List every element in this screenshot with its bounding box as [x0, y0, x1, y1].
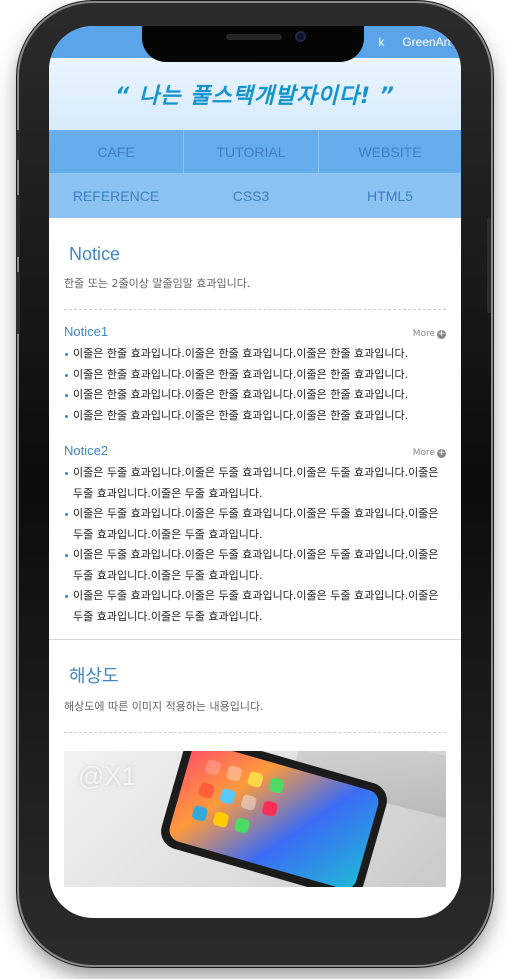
notice-section: Notice 한줄 또는 2줄이상 말줄임말 효과입니다. Notice1 Mo…: [49, 244, 461, 627]
nav-item-website[interactable]: WEBSITE: [319, 130, 461, 174]
notice-section-title: Notice: [69, 244, 121, 264]
camera-icon: [295, 31, 306, 42]
nav-item-html5[interactable]: HTML5: [319, 174, 461, 218]
list-item[interactable]: 이줄은 두줄 효과입니다.이줄은 두줄 효과입니다.이줄은 두줄 효과입니다.이…: [64, 586, 446, 627]
power-button: [487, 218, 491, 313]
app-icon: [197, 781, 216, 800]
app-icon: [212, 810, 230, 829]
app-icon: [225, 764, 243, 783]
more-label: More: [412, 448, 435, 458]
notice1-box: Notice1 More + 이줄은 한줄 효과입니다.이줄은 한줄 효과입니다…: [64, 324, 446, 426]
notice2-list: 이줄은 두줄 효과입니다.이줄은 두줄 효과입니다.이줄은 두줄 효과입니다.이…: [64, 463, 446, 627]
plus-circle-icon: +: [437, 328, 446, 339]
list-item[interactable]: 이줄은 한줄 효과입니다.이줄은 한줄 효과입니다.이줄은 한줄 효과입니다.: [64, 406, 446, 427]
app-icon: [240, 793, 258, 812]
app-icon: [246, 770, 265, 789]
speaker-grille: [226, 34, 282, 40]
resolution-image: @X1: [64, 751, 446, 887]
image-label: @X1: [78, 761, 137, 791]
resolution-section-title: 해상도: [69, 666, 119, 686]
app-icon: [267, 776, 286, 795]
notice2-box: Notice2 More + 이줄은 두줄 효과입니다.이줄은 두줄 효과입니다…: [64, 443, 446, 627]
topbar-link-0[interactable]: k: [378, 35, 384, 49]
section-divider: [49, 639, 461, 640]
list-item[interactable]: 이줄은 한줄 효과입니다.이줄은 한줄 효과입니다.이줄은 한줄 효과입니다.: [64, 385, 446, 406]
nav-item-tutorial[interactable]: TUTORIAL: [184, 130, 319, 174]
site-header: “ 나는 풀스택개발자이다! ”: [49, 58, 461, 130]
list-item[interactable]: 이줄은 한줄 효과입니다.이줄은 한줄 효과입니다.이줄은 한줄 효과입니다.: [64, 344, 446, 365]
notice1-list: 이줄은 한줄 효과입니다.이줄은 한줄 효과입니다.이줄은 한줄 효과입니다. …: [64, 344, 446, 426]
app-icon: [191, 804, 209, 823]
list-item[interactable]: 이줄은 두줄 효과입니다.이줄은 두줄 효과입니다.이줄은 두줄 효과입니다.이…: [64, 545, 446, 586]
topbar-link-greenart[interactable]: GreenArt: [402, 35, 451, 49]
app-icon: [233, 816, 251, 835]
app-icon: [218, 787, 237, 806]
more-label: More: [412, 329, 435, 339]
resolution-section: 해상도 해상도에 따른 이미지 적용하는 내용입니다. @X1: [49, 662, 461, 887]
notice2-more-link[interactable]: More +: [413, 448, 446, 458]
main-nav: CAFE TUTORIAL WEBSITE REFERENCE CSS3 HTM…: [49, 130, 461, 218]
phone-notch: [142, 26, 364, 62]
app-icon: [204, 758, 222, 776]
app-icon: [261, 799, 279, 818]
nav-item-reference[interactable]: REFERENCE: [49, 174, 184, 218]
list-item[interactable]: 이줄은 두줄 효과입니다.이줄은 두줄 효과입니다.이줄은 두줄 효과입니다.이…: [64, 504, 446, 545]
volume-up-button: [16, 195, 20, 257]
notice-section-desc: 한줄 또는 2줄이상 말줄임말 효과입니다.: [64, 275, 446, 310]
resolution-section-desc: 해상도에 따른 이미지 적용하는 내용입니다.: [64, 698, 446, 733]
silent-switch: [16, 130, 20, 160]
notice1-title[interactable]: Notice1: [64, 324, 108, 339]
notice2-title[interactable]: Notice2: [64, 443, 108, 458]
plus-circle-icon: +: [437, 447, 446, 458]
notice1-more-link[interactable]: More +: [413, 329, 446, 339]
volume-down-button: [16, 272, 20, 334]
slogan: “ 나는 풀스택개발자이다! ”: [115, 84, 395, 109]
phone-screen: k GreenArt “ 나는 풀스택개발자이다! ” CAFE TUTORIA…: [49, 26, 461, 918]
nav-item-cafe[interactable]: CAFE: [49, 130, 184, 174]
nav-item-css3[interactable]: CSS3: [184, 174, 319, 218]
list-item[interactable]: 이줄은 두줄 효과입니다.이줄은 두줄 효과입니다.이줄은 두줄 효과입니다.이…: [64, 463, 446, 504]
list-item[interactable]: 이줄은 한줄 효과입니다.이줄은 한줄 효과입니다.이줄은 한줄 효과입니다.: [64, 365, 446, 386]
